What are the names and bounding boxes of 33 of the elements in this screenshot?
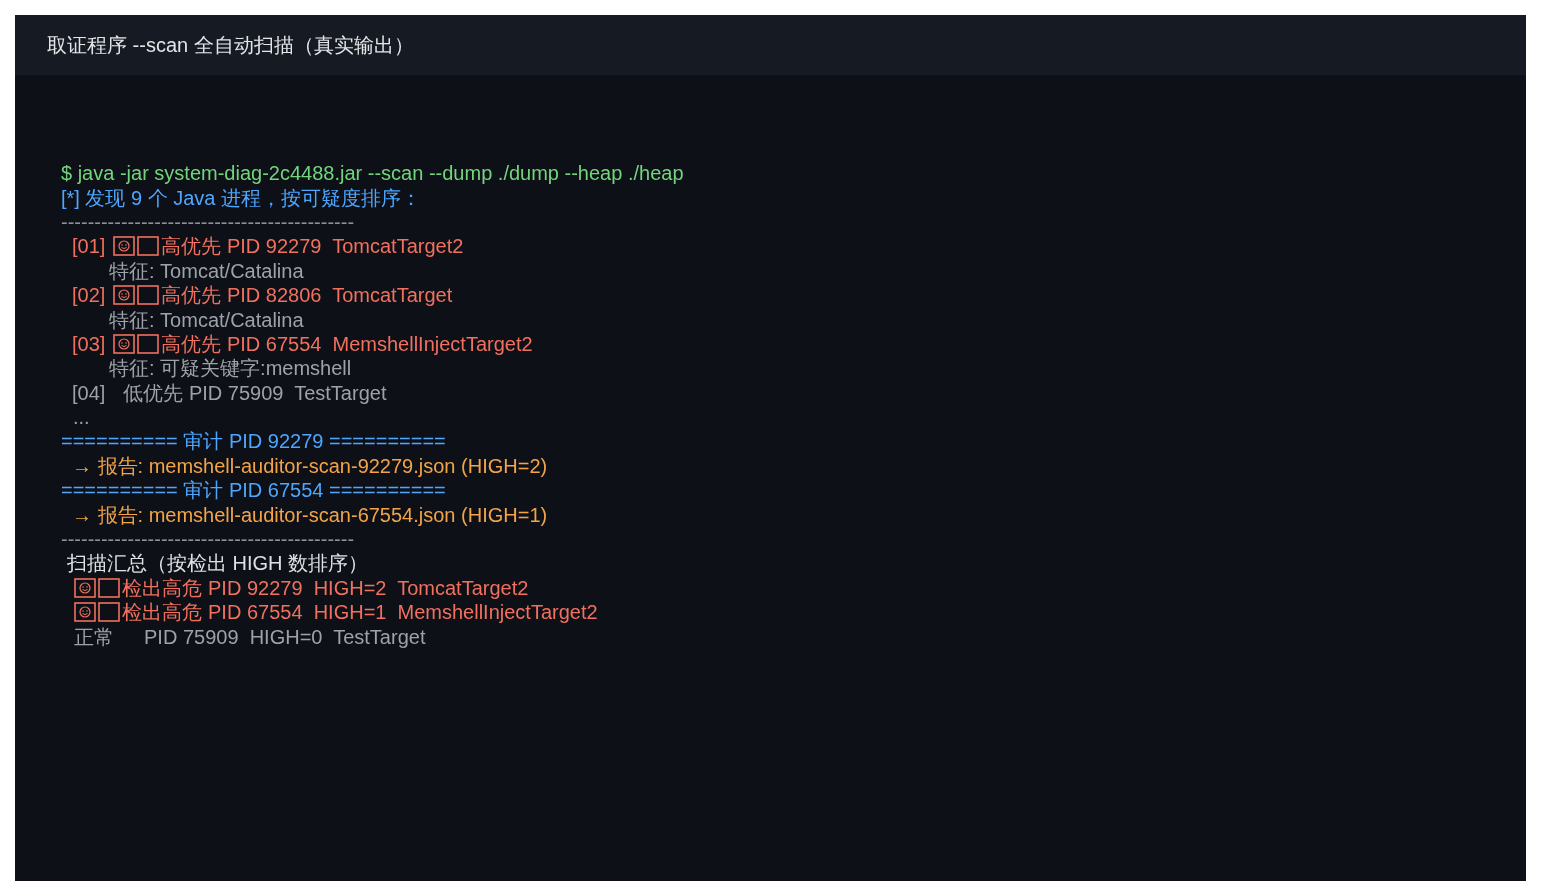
summary-status: 检出高危 — [122, 600, 202, 625]
report-line: → 报告: memshell-auditor-scan-92279.json (HIGH=2) — [72, 453, 548, 478]
dashed-rule: -------------------------------------------- — [61, 209, 355, 234]
process-index: [02] — [72, 283, 106, 308]
summary-status: 正常 — [74, 624, 114, 649]
process-entry: 低优先 PID 75909 TestTarget — [123, 380, 387, 405]
ellipsis: ... — [73, 405, 90, 430]
process-entry: 高优先 PID 67554 MemshellInjectTarget2 — [161, 331, 533, 356]
summary-detail: PID 67554 HIGH=1 MemshellInjectTarget2 — [208, 600, 598, 625]
dashed-rule: -------------------------------------------- — [61, 527, 355, 552]
feature-line: 特征: Tomcat/Catalina — [109, 307, 304, 332]
audit-header: ========== 审计 PID 67554 ========== — [61, 478, 446, 503]
command-line: $ java -jar system-diag-2c4488.jar --scan --dump ./dump --heap ./heap — [61, 161, 684, 186]
feature-line: 特征: 可疑关键字:memshell — [109, 356, 352, 381]
tofu-icon — [74, 577, 120, 598]
process-index: [03] — [72, 331, 106, 356]
report-line: → 报告: memshell-auditor-scan-67554.json (HIGH=1) — [72, 502, 548, 527]
process-entry: 高优先 PID 82806 TomcatTarget — [161, 283, 453, 308]
summary-status: 检出高危 — [122, 575, 202, 600]
tofu-icon — [113, 236, 160, 257]
feature-line: 特征: Tomcat/Catalina — [109, 258, 304, 283]
tofu-icon — [113, 333, 160, 354]
summary-title: 扫描汇总（按检出 HIGH 数排序） — [67, 551, 369, 576]
process-index: [04] — [72, 380, 106, 405]
tofu-icon — [113, 285, 160, 306]
info-message: [*] 发现 9 个 Java 进程，按可疑度排序： — [61, 185, 422, 210]
window-title: 取证程序 --scan 全自动扫描（真实输出） — [47, 32, 414, 58]
summary-detail: PID 92279 HIGH=2 TomcatTarget2 — [208, 575, 529, 600]
summary-detail: PID 75909 HIGH=0 TestTarget — [144, 624, 426, 649]
audit-header: ========== 审计 PID 92279 ========== — [61, 429, 446, 454]
process-entry: 高优先 PID 92279 TomcatTarget2 — [161, 234, 464, 259]
tofu-icon — [74, 602, 120, 623]
process-index: [01] — [72, 234, 106, 259]
